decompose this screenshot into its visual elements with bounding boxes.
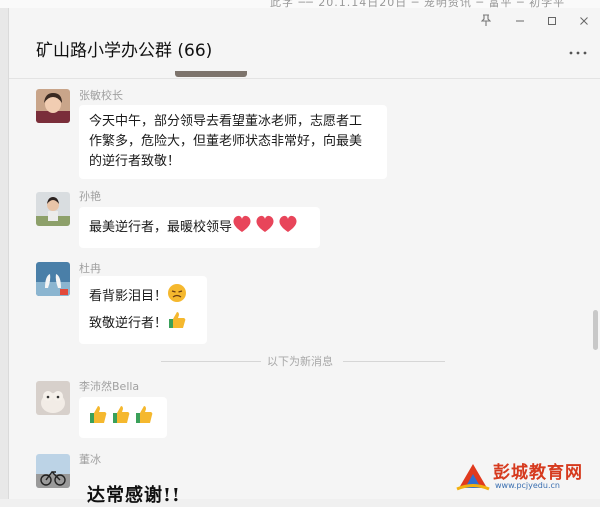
avatar[interactable] [36, 89, 70, 123]
divider-line-left [161, 361, 261, 362]
thumbs-up-icon [89, 403, 157, 432]
sender-name: 张敏校长 [79, 89, 123, 102]
new-messages-divider: 以下为新消息 [267, 355, 333, 368]
sender-name: 杜冉 [79, 262, 101, 275]
message-bubble[interactable]: 看背影泪目！ 致敬逆行者！ [79, 276, 207, 344]
avatar[interactable] [36, 454, 70, 488]
watermark-url: www.pcjyedu.cn [495, 481, 560, 490]
maximize-icon [548, 17, 556, 25]
more-icon [569, 51, 587, 55]
chat-title: 矿山路小学办公群 (66) [36, 41, 213, 61]
message-text: 最美逆行者，最暖校领导 [89, 220, 233, 235]
message-line: 致敬逆行者！ [89, 316, 168, 331]
message-bubble[interactable] [79, 397, 167, 438]
watermark-logo: 彭城教育网 www.pcjyedu.cn [455, 456, 595, 496]
close-button[interactable] [573, 12, 595, 32]
message-line: 看背影泪目！ [89, 289, 168, 304]
message-line: 今天中午，部分领导去看望董冰老师，志愿者工 [89, 114, 363, 129]
avatar[interactable] [36, 262, 70, 296]
divider-line-right [343, 361, 445, 362]
tearful-face-icon [167, 283, 187, 310]
red-heart-icon [232, 214, 298, 241]
avatar[interactable] [36, 381, 70, 415]
thumbs-up-icon [167, 310, 187, 337]
handwritten-image-message[interactable]: 达常感谢!! [87, 481, 181, 507]
chat-titlebar: 矿山路小学办公群 (66) [9, 8, 600, 79]
message-bubble[interactable]: 今天中午，部分领导去看望董冰老师，志愿者工 作繁多，危险大，但董老师状态非常好，… [79, 105, 387, 179]
watermark-logo-icon [456, 464, 490, 491]
pin-icon [480, 14, 492, 26]
scrollbar-thumb[interactable] [593, 310, 598, 350]
previous-image-thumbnail[interactable] [175, 71, 247, 77]
avatar-photo [36, 381, 70, 415]
more-options-button[interactable] [569, 41, 587, 60]
minimize-button[interactable] [509, 12, 531, 32]
sender-name: 李沛然Bella [79, 380, 140, 393]
avatar-photo [36, 454, 70, 488]
message-bubble[interactable]: 最美逆行者，最暖校领导 [79, 207, 320, 248]
maximize-button[interactable] [541, 12, 563, 32]
chat-window: 矿山路小学办公群 (66) 张敏校长 今天中午，部分领导去看望董冰老师，志愿者工… [8, 8, 600, 506]
message-line: 的逆行者致敬！ [89, 154, 181, 169]
message-line: 作繁多，危险大，但董老师状态非常好，向最美 [89, 134, 363, 149]
close-icon [580, 17, 588, 25]
watermark-text: 彭城教育网 [493, 463, 583, 483]
avatar[interactable] [36, 192, 70, 226]
minimize-icon [516, 20, 524, 22]
avatar-photo [36, 262, 70, 296]
avatar-photo [36, 89, 70, 123]
avatar-photo [36, 192, 70, 226]
sender-name: 孙艳 [79, 190, 101, 203]
sender-name: 董冰 [79, 453, 101, 466]
pin-window-button[interactable] [475, 12, 497, 32]
